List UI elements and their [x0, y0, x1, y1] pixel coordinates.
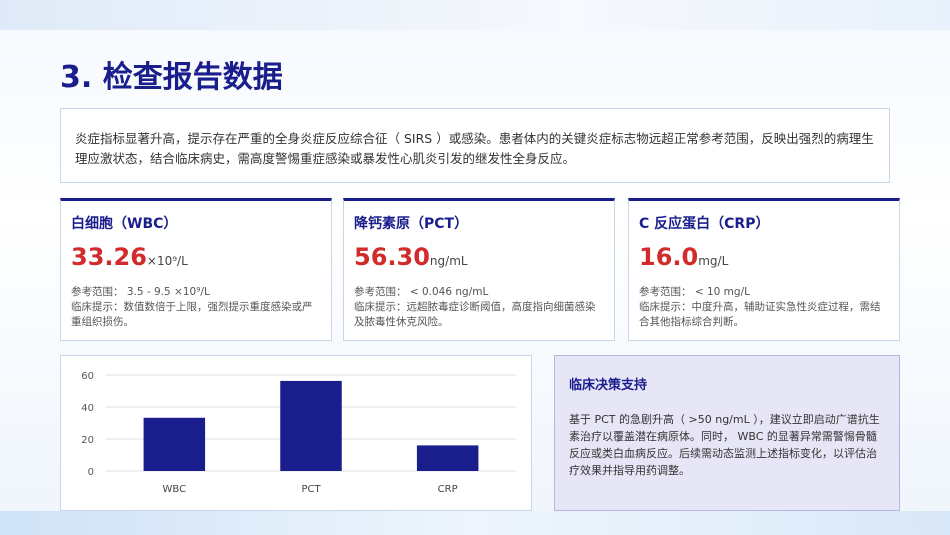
decision-text: 基于 PCT 的急剧升高（ >50 ng/mL ），建议立即启动广谱抗生素治疗以… [569, 413, 880, 477]
x-tick-label: PCT [301, 484, 321, 495]
card-hint: 临床提示：中度升高，辅助证实急性炎症过程，需结合其他指标综合判断。 [639, 301, 881, 328]
summary-text: 炎症指标显著升高，提示存在严重的全身炎症反应综合征（ SIRS ）或感染。患者体… [75, 131, 874, 166]
card-info: 参考范围： < 10 mg/L 临床提示：中度升高，辅助证实急性炎症过程，需结合… [639, 285, 889, 330]
bar-crp [416, 445, 479, 471]
page-title: 3. 检查报告数据 [60, 60, 283, 95]
chart-svg: 0 20 40 60 WBC PCT CRP [81, 371, 516, 495]
card-unit: ×10⁹/L [146, 254, 188, 268]
card-title: 白细胞（WBC） [71, 216, 178, 232]
y-tick-label: 60 [81, 371, 94, 382]
card-value: 33.26 [71, 243, 147, 271]
card-value: 56.30 [354, 243, 430, 271]
card-hint: 临床提示：数值数倍于上限，强烈提示重度感染或严重组织损伤。 [71, 301, 313, 328]
card-hint: 临床提示：远超脓毒症诊断阈值，高度指向细菌感染及脓毒性休克风险。 [354, 301, 596, 328]
pct-card: 降钙素原（PCT） 56.30ng/mL 参考范围： < 0.046 ng/mL… [343, 198, 615, 341]
card-value: 16.0 [639, 243, 699, 271]
wbc-card: 白细胞（WBC） 33.26×10⁹/L 参考范围： 3.5 - 9.5 ×10… [60, 198, 332, 341]
y-tick-label: 40 [81, 403, 94, 414]
top-decoration-band [0, 0, 950, 30]
bottom-decoration-band [0, 511, 950, 535]
card-reference: 参考范围： 3.5 - 9.5 ×10⁹/L [71, 286, 210, 298]
card-title: C 反应蛋白（CRP） [639, 216, 770, 232]
bar-pct [280, 380, 342, 471]
crp-card: C 反应蛋白（CRP） 16.0mg/L 参考范围： < 10 mg/L 临床提… [628, 198, 900, 341]
card-unit: mg/L [698, 254, 729, 268]
card-unit: ng/mL [429, 254, 468, 268]
summary-box: 炎症指标显著升高，提示存在严重的全身炎症反应综合征（ SIRS ）或感染。患者体… [60, 108, 890, 183]
bar-wbc [143, 417, 206, 471]
card-reference: 参考范围： < 10 mg/L [639, 286, 750, 298]
x-tick-label: WBC [163, 484, 187, 495]
card-info: 参考范围： < 0.046 ng/mL 临床提示：远超脓毒症诊断阈值，高度指向细… [354, 285, 604, 330]
y-tick-label: 0 [88, 467, 94, 478]
card-title: 降钙素原（PCT） [354, 216, 469, 232]
card-value-row: 16.0mg/L [639, 243, 889, 279]
card-info: 参考范围： 3.5 - 9.5 ×10⁹/L 临床提示：数值数倍于上限，强烈提示… [71, 285, 321, 330]
lab-bar-chart: 0 20 40 60 WBC PCT CRP [60, 355, 532, 511]
card-reference: 参考范围： < 0.046 ng/mL [354, 286, 489, 298]
card-value-row: 33.26×10⁹/L [71, 243, 321, 279]
decision-support-panel: 临床决策支持 基于 PCT 的急剧升高（ >50 ng/mL ），建议立即启动广… [554, 355, 900, 511]
y-tick-label: 20 [81, 435, 94, 446]
x-tick-label: CRP [438, 484, 458, 495]
decision-title: 临床决策支持 [569, 378, 648, 393]
card-value-row: 56.30ng/mL [354, 243, 604, 279]
